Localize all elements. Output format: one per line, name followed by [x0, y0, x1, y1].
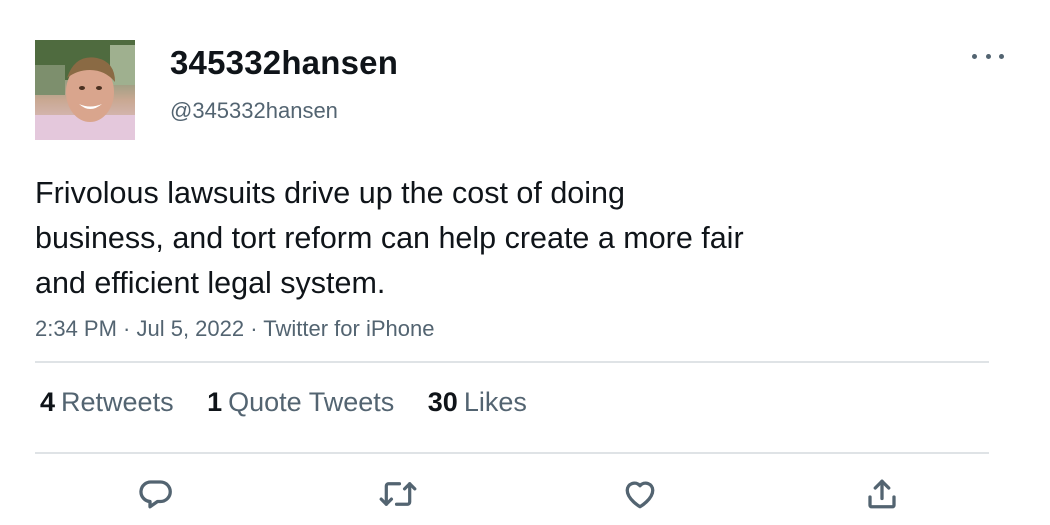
retweet-icon: [379, 482, 417, 506]
tweet-text: Frivolous lawsuits drive up the cost of …: [35, 171, 895, 306]
tweet-card: 345332hansen @345332hansen Frivolous law…: [0, 0, 1050, 525]
tweet-text-line: Frivolous lawsuits drive up the cost of …: [35, 176, 625, 210]
tweet-timestamp-source[interactable]: 2:34 PM · Jul 5, 2022 · Twitter for iPho…: [35, 316, 434, 342]
reply-icon: [139, 480, 172, 509]
likes-stat[interactable]: 30 Likes: [428, 387, 527, 418]
dot: [985, 53, 991, 59]
avatar[interactable]: [35, 40, 135, 140]
quote-tweets-count: 1: [207, 387, 223, 417]
retweets-count: 4: [40, 387, 56, 417]
share-button[interactable]: [862, 474, 902, 514]
divider: [35, 361, 989, 363]
retweet-button[interactable]: [378, 474, 418, 514]
dot: [999, 53, 1004, 59]
more-options-icon[interactable]: [972, 46, 1004, 66]
quote-tweets-label: Quote Tweets: [228, 387, 395, 417]
tweet-text-line: and efficient legal system.: [35, 266, 386, 300]
share-icon: [868, 479, 896, 509]
quote-tweets-stat[interactable]: 1 Quote Tweets: [207, 387, 394, 418]
likes-count: 30: [427, 387, 458, 417]
display-name[interactable]: 345332hansen: [170, 44, 398, 82]
user-handle[interactable]: @345332hansen: [170, 98, 338, 124]
retweets-label: Retweets: [61, 387, 174, 417]
action-bar: [0, 474, 1050, 514]
engagement-stats: 4 Retweets 1 Quote Tweets 30 Likes: [40, 387, 553, 418]
tweet-text-line: business, and tort reform can help creat…: [35, 221, 744, 255]
reply-button[interactable]: [136, 474, 176, 514]
dot: [972, 53, 977, 59]
divider: [35, 452, 989, 454]
avatar-photo: [35, 40, 135, 140]
likes-label: Likes: [463, 387, 527, 417]
like-button[interactable]: [620, 474, 660, 514]
heart-icon: [625, 481, 655, 509]
retweets-stat[interactable]: 4 Retweets: [40, 387, 174, 418]
